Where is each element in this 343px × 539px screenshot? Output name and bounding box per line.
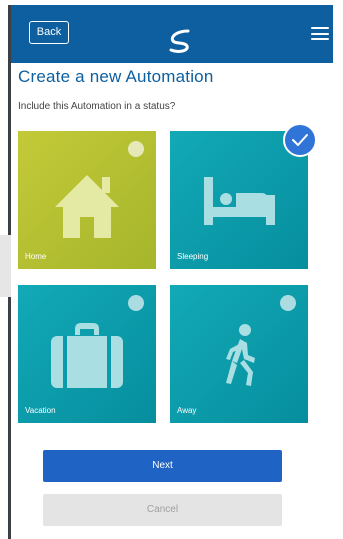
side-tab (0, 235, 11, 297)
tile-label: Vacation (25, 406, 56, 415)
tile-select-indicator[interactable] (128, 295, 144, 311)
hamburger-menu-icon[interactable] (311, 27, 329, 41)
tile-label: Sleeping (177, 252, 209, 261)
status-tile-vacation[interactable]: Vacation (18, 285, 156, 423)
app-container: Back Create a new Automation Include thi… (11, 5, 333, 539)
cancel-button[interactable]: Cancel (43, 494, 282, 526)
status-tile-away[interactable]: Away (170, 285, 308, 423)
tile-select-indicator[interactable] (280, 295, 296, 311)
status-prompt: Include this Automation in a status? (18, 101, 176, 112)
tile-select-indicator[interactable] (128, 141, 144, 157)
status-tile-home[interactable]: Home (18, 131, 156, 269)
selected-check-icon[interactable] (283, 123, 317, 157)
brand-logo-icon (169, 29, 190, 53)
page-title: Create a new Automation (18, 67, 214, 86)
back-button[interactable]: Back (29, 21, 69, 44)
next-button[interactable]: Next (43, 450, 282, 482)
tile-label: Home (25, 252, 47, 261)
app-header: Back (11, 5, 333, 63)
tile-label: Away (177, 406, 197, 415)
